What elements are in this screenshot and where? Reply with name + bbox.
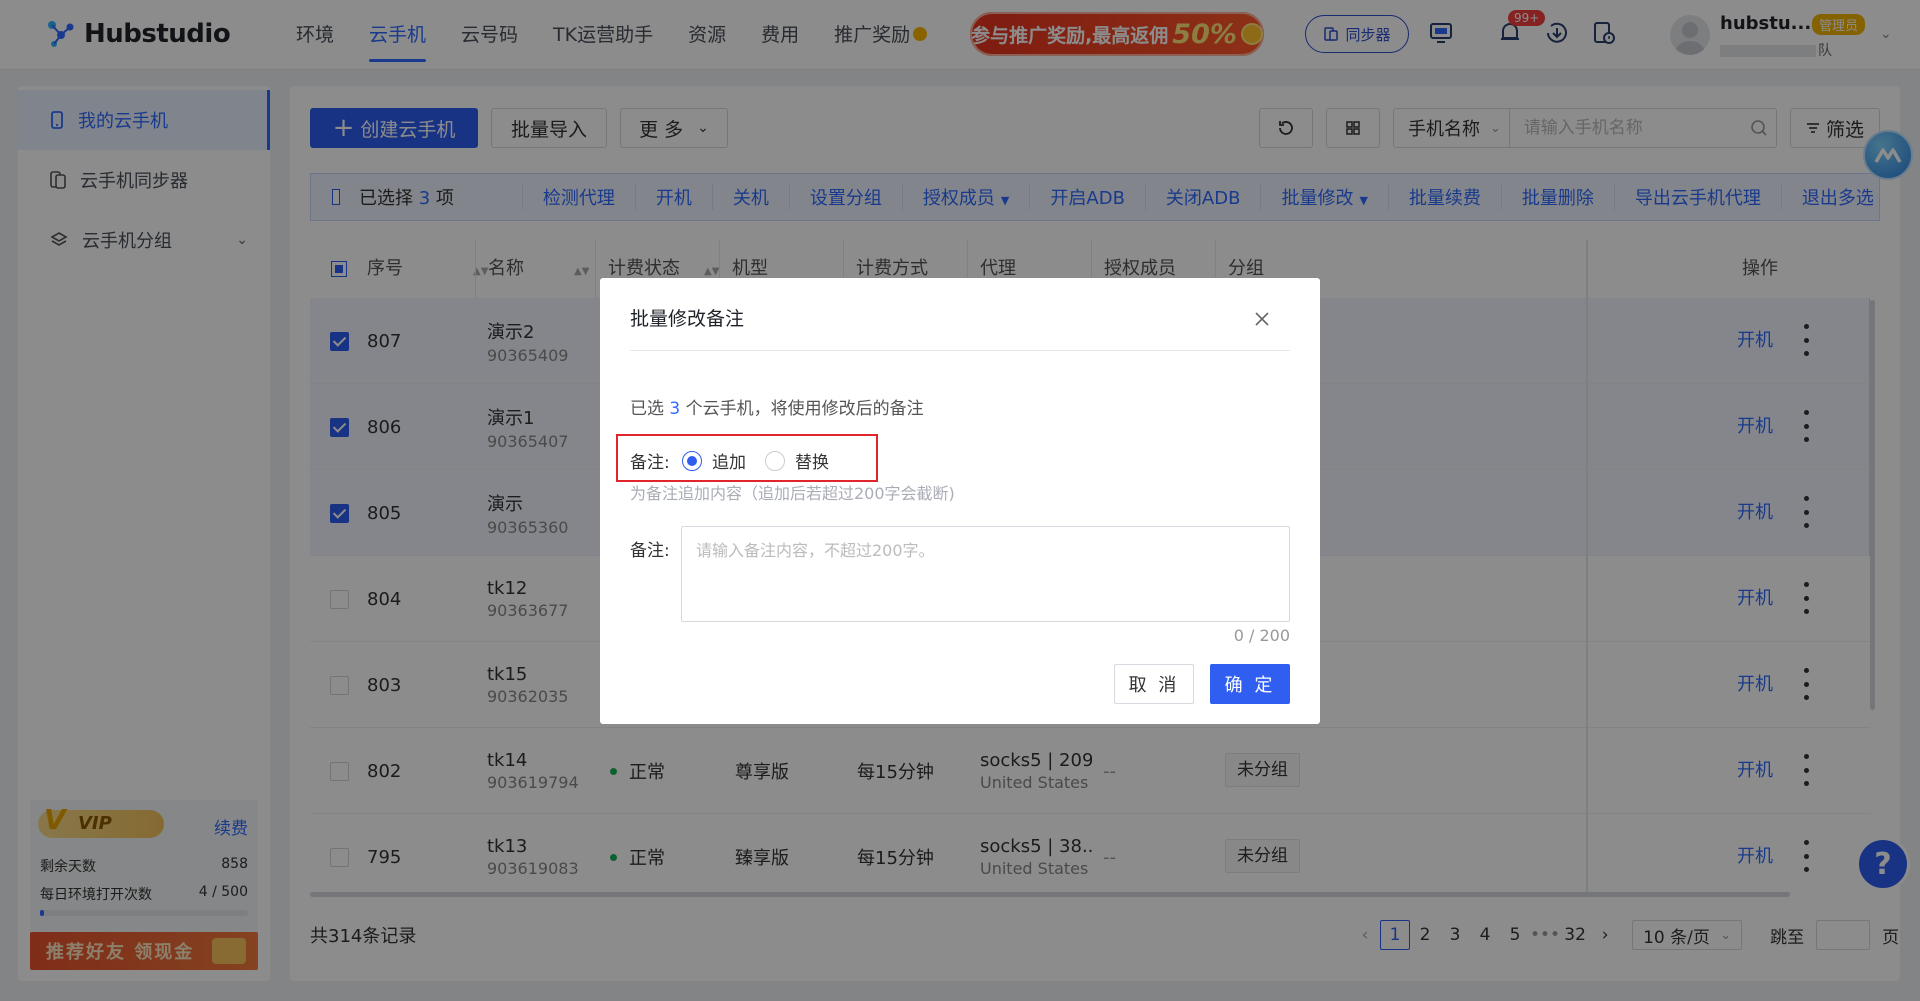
close-icon[interactable] (1251, 308, 1273, 330)
char-counter: 0 / 200 (1233, 626, 1290, 645)
batch-edit-note-dialog: 批量修改备注 已选 3 个云手机，将使用修改后的备注 备注: 追加 替换 为备注… (600, 278, 1320, 724)
dialog-title: 批量修改备注 (630, 308, 745, 330)
highlight-box (616, 434, 878, 482)
mode-hint: 为备注追加内容（追加后若超过200字会截断) (630, 484, 955, 503)
note-textarea[interactable] (681, 526, 1290, 622)
confirm-button[interactable]: 确 定 (1210, 664, 1290, 704)
info-prefix: 已选 (630, 399, 664, 419)
cancel-button[interactable]: 取 消 (1114, 664, 1194, 704)
info-count: 3 (669, 399, 681, 419)
dialog-divider (630, 350, 1290, 351)
dialog-info: 已选 3 个云手机，将使用修改后的备注 (630, 394, 924, 419)
info-suffix: 个云手机，将使用修改后的备注 (685, 399, 924, 419)
note-label: 备注: (630, 541, 670, 561)
